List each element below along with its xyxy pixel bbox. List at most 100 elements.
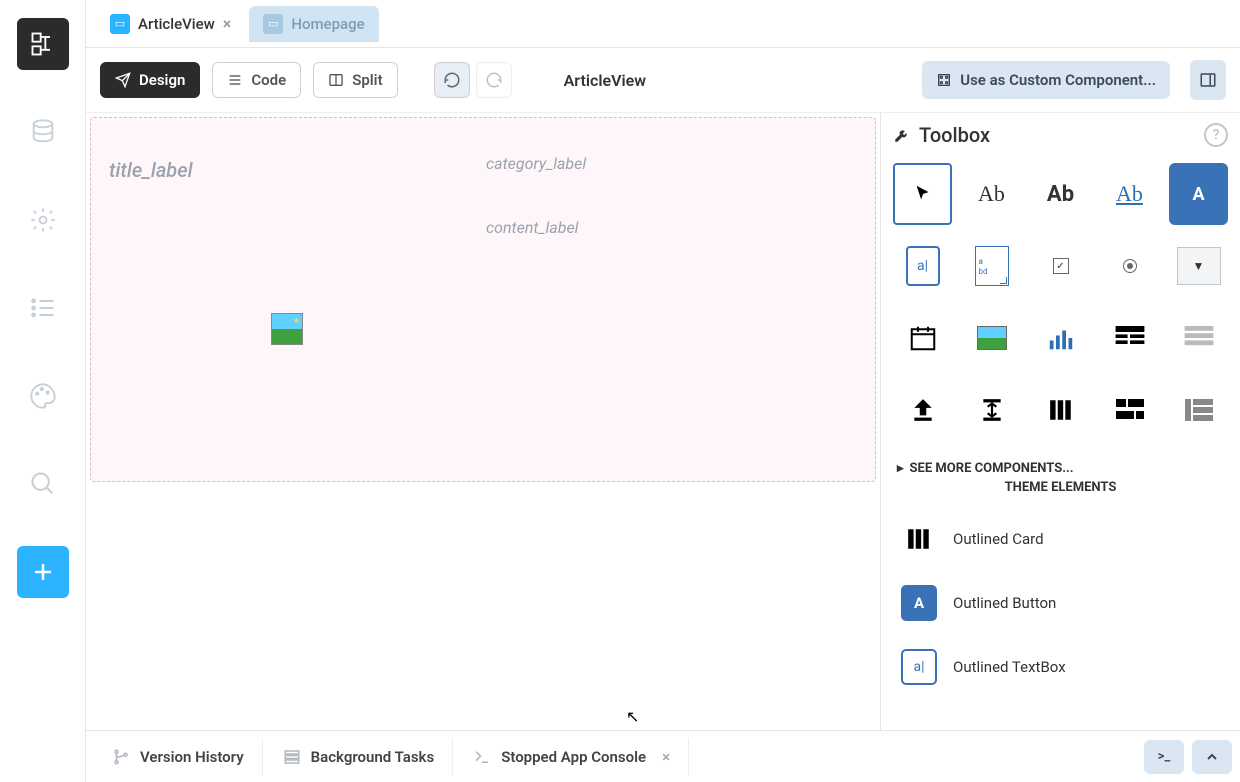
toggle-right-panel-button[interactable] [1190,60,1226,100]
repeating-panel-icon [1184,326,1214,350]
terminal-icon [473,748,491,766]
bold-label-tool[interactable]: Ab [1031,163,1090,225]
label-icon: Ab [978,181,1005,207]
nav-list-icon[interactable] [17,282,69,334]
console-controls: >_ [1144,740,1232,774]
toolbox-header: Toolbox ? [893,123,1228,147]
view-toolbar: Design Code Split ArticleView Use as Cus… [86,48,1240,113]
tab-articleview[interactable]: ▭ ArticleView × [96,6,245,42]
title-label-widget[interactable]: title_label [109,158,193,182]
toolbox-panel: Toolbox ? Ab Ab Ab A a| abd ✓ ▼ [880,113,1240,782]
textarea-icon: abd [975,246,1009,286]
undo-button[interactable] [434,62,470,98]
theme-item-label: Outlined TextBox [953,658,1066,676]
split-view-button[interactable]: Split [313,62,397,98]
see-more-label: SEE MORE COMPONENTS... [910,461,1074,476]
datagrid-tool[interactable] [1100,307,1159,369]
theme-elements-header: THEME ELEMENTS [893,480,1228,495]
fileloader-tool[interactable] [893,379,952,441]
bottom-panel-tabs: Version History Background Tasks Stopped… [86,730,1240,782]
spacer-icon [979,397,1005,423]
textarea-tool[interactable]: abd [962,235,1021,297]
datepicker-tool[interactable] [893,307,952,369]
use-custom-component-button[interactable]: Use as Custom Component... [922,61,1170,99]
tab-homepage[interactable]: ▭ Homepage [249,6,378,42]
redo-button[interactable] [476,62,512,98]
app-console-tab[interactable]: Stopped App Console × [455,738,689,776]
nav-gear-icon[interactable] [17,194,69,246]
cursor-icon: ↖ [626,707,639,726]
nav-search-icon[interactable] [17,458,69,510]
xy-panel-tool[interactable] [1169,379,1228,441]
button-icon: A [901,585,937,621]
main-area: ▭ ArticleView × ▭ Homepage Design Code S… [86,0,1240,782]
theme-outlined-button[interactable]: A Outlined Button [893,571,1228,635]
close-icon[interactable]: × [223,14,232,33]
label-tool[interactable]: Ab [962,163,1021,225]
radio-tool[interactable] [1100,235,1159,297]
theme-item-label: Outlined Card [953,530,1044,548]
tab-label: Version History [140,748,244,766]
see-more-components-button[interactable]: ▸ SEE MORE COMPONENTS... [897,461,1228,476]
form-boundary[interactable]: title_label category_label content_label [90,117,876,482]
image-tool[interactable] [962,307,1021,369]
wrench-icon [893,126,911,144]
undo-redo-group [434,62,512,98]
code-view-button[interactable]: Code [212,62,301,98]
content-label-widget[interactable]: content_label [486,218,578,237]
help-icon[interactable]: ? [1204,123,1228,147]
design-canvas-area[interactable]: title_label category_label content_label… [86,113,880,782]
column-panel-tool[interactable] [1031,379,1090,441]
button-icon: A [1192,184,1204,205]
checkbox-tool[interactable]: ✓ [1031,235,1090,297]
textbox-tool[interactable]: a| [893,235,952,297]
repeating-panel-tool[interactable] [1169,307,1228,369]
label-bold-icon: Ab [1047,182,1074,207]
tasks-icon [283,748,301,766]
design-view-button[interactable]: Design [100,62,200,98]
tab-label: Stopped App Console [501,748,646,766]
button-tool[interactable]: A [1169,163,1228,225]
category-label-widget[interactable]: category_label [486,154,586,173]
chart-tool[interactable] [1031,307,1090,369]
card-icon [901,521,937,557]
chevron-up-icon [1204,749,1220,765]
flow-panel-tool[interactable] [1100,379,1159,441]
workspace: title_label category_label content_label… [86,113,1240,782]
theme-outlined-textbox[interactable]: a| Outlined TextBox [893,635,1228,699]
form-icon: ▭ [263,14,283,34]
image-widget[interactable] [271,313,303,345]
checkbox-icon: ✓ [1053,258,1069,274]
version-history-tab[interactable]: Version History [94,738,263,776]
textbox-icon: a| [906,246,940,286]
background-tasks-tab[interactable]: Background Tasks [265,738,454,776]
datagrid-icon [1115,326,1145,350]
theme-outlined-card[interactable]: Outlined Card [893,507,1228,571]
column-panel-icon [1048,397,1074,423]
nav-palette-icon[interactable] [17,370,69,422]
open-console-button[interactable]: >_ [1144,740,1184,774]
dropdown-tool[interactable]: ▼ [1169,235,1228,297]
xy-panel-icon [1185,399,1213,421]
tab-label: ArticleView [138,15,215,33]
textbox-icon: a| [901,649,937,685]
expand-panel-button[interactable] [1192,740,1232,774]
button-label: Use as Custom Component... [960,71,1156,89]
link-tool[interactable]: Ab [1100,163,1159,225]
left-nav-sidebar [0,0,86,782]
button-label: Design [139,71,185,89]
tab-label: Homepage [291,15,364,33]
pointer-icon [912,183,934,205]
nav-database-icon[interactable] [17,106,69,158]
spacer-tool[interactable] [962,379,1021,441]
nav-outline-icon[interactable] [17,18,69,70]
close-icon[interactable]: × [662,748,670,766]
link-icon: Ab [1116,181,1143,207]
dropdown-icon: ▼ [1177,247,1221,285]
calendar-icon [908,323,938,353]
button-label: Split [352,71,382,89]
terminal-icon: >_ [1158,749,1171,764]
pointer-tool[interactable] [893,163,952,225]
form-icon: ▭ [110,14,130,34]
nav-add-button[interactable] [17,546,69,598]
